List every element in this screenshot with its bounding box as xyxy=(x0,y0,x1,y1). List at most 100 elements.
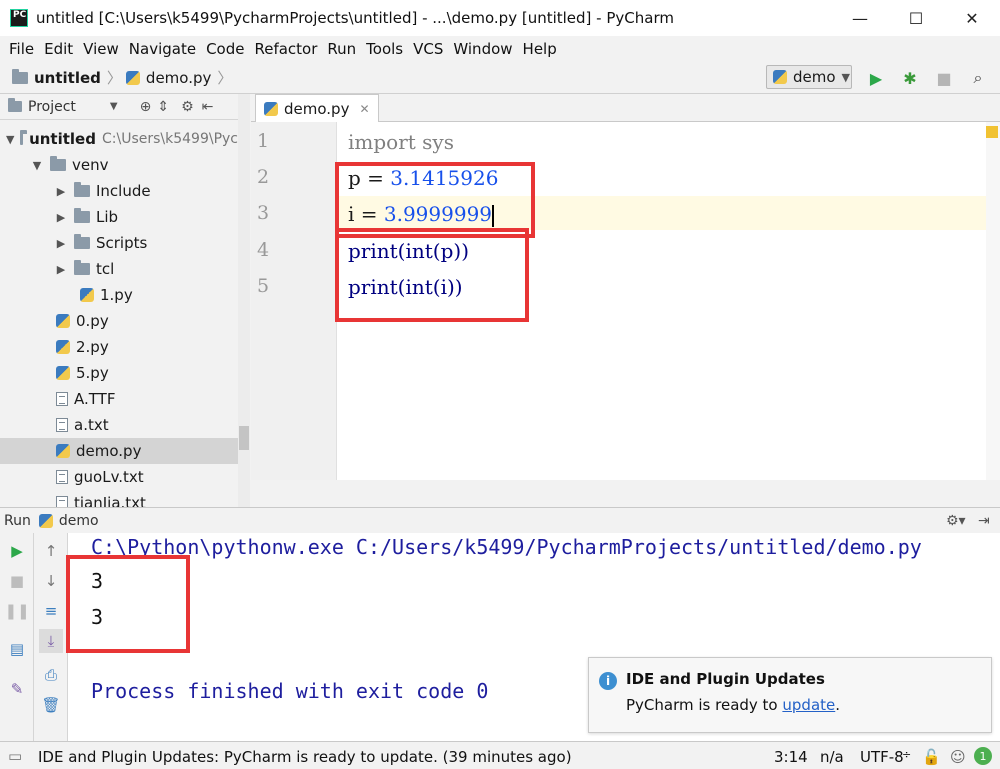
tree-item-include[interactable]: ▶ Include xyxy=(0,178,238,204)
project-panel-header: Project ▼ ⊕ ⇕ ⚙ ⇤ xyxy=(0,94,249,120)
rerun-icon[interactable]: ▶ xyxy=(5,539,29,563)
breadcrumb-file[interactable]: demo.py 〉 xyxy=(125,67,232,88)
project-scrollbar[interactable] xyxy=(238,94,250,507)
tool-windows-icon[interactable]: ▭ xyxy=(8,747,22,765)
chevron-down-icon[interactable]: ▼ xyxy=(110,101,118,112)
tree-item-demo-py[interactable]: demo.py xyxy=(0,438,238,464)
layout-icon[interactable]: ▤ xyxy=(5,637,29,661)
pause-icon[interactable]: ❚❚ xyxy=(4,599,29,623)
arrow-down-icon[interactable]: ↓ xyxy=(39,569,63,593)
target-icon[interactable]: ⊕ xyxy=(140,99,152,115)
pin-icon[interactable]: ✎ xyxy=(5,677,29,701)
breadcrumb-project[interactable]: untitled 〉 xyxy=(12,67,122,88)
tree-item-path: C:\Users\k5499\Pyc xyxy=(101,131,238,147)
update-notification[interactable]: i IDE and Plugin Updates PyCharm is read… xyxy=(588,657,992,733)
lock-icon[interactable]: 🔓 xyxy=(922,748,941,766)
bug-icon[interactable]: ✱ xyxy=(898,66,922,90)
tree-item-0-py[interactable]: 0.py xyxy=(0,308,238,334)
scrollbar-thumb[interactable] xyxy=(239,426,249,450)
tree-item-2-py[interactable]: 2.py xyxy=(0,334,238,360)
chevron-icon[interactable]: ÷ xyxy=(902,748,911,761)
tree-item-guolv-txt[interactable]: guoLv.txt xyxy=(0,464,238,490)
code-editor[interactable]: 1 2 3 4 5 import sys p = 3.1415926 i = 3… xyxy=(251,122,1000,480)
tab-demo-py[interactable]: demo.py ✕ xyxy=(255,94,379,122)
stop-icon[interactable]: ■ xyxy=(5,569,29,593)
warning-marker-icon[interactable] xyxy=(986,126,998,138)
chevron-right-icon[interactable]: ▶ xyxy=(54,211,68,224)
chevron-down-icon[interactable]: ▼ xyxy=(6,133,14,146)
scroll-to-end-icon[interactable]: ⤓ xyxy=(39,629,63,653)
menu-code[interactable]: Code xyxy=(201,40,249,58)
hide-panel-icon[interactable]: ⇥ xyxy=(978,513,990,529)
folder-icon xyxy=(74,260,90,275)
arrow-up-icon[interactable]: ↑ xyxy=(39,539,63,563)
trash-icon[interactable]: 🗑 xyxy=(39,693,63,717)
tree-item-untitled[interactable]: ▼ untitled C:\Users\k5499\Pyc xyxy=(0,126,238,152)
python-file-icon xyxy=(56,314,70,328)
search-icon[interactable]: ⌕ xyxy=(966,66,990,90)
line-separator[interactable]: n/a xyxy=(820,748,844,766)
tree-item-5-py[interactable]: 5.py xyxy=(0,360,238,386)
gear-icon[interactable]: ⚙ xyxy=(181,99,194,115)
menu-file[interactable]: File xyxy=(4,40,39,58)
stop-icon[interactable]: ■ xyxy=(932,66,956,90)
tree-item-tcl[interactable]: ▶ tcl xyxy=(0,256,238,282)
tree-item-a-ttf[interactable]: A.TTF xyxy=(0,386,238,412)
print-icon[interactable]: ⎙ xyxy=(39,663,63,687)
tree-item-label: a.txt xyxy=(74,416,109,434)
caret-position[interactable]: 3:14 xyxy=(774,748,808,766)
tab-label: demo.py xyxy=(284,99,350,118)
tree-item-venv[interactable]: ▼ venv xyxy=(0,152,238,178)
tree-item-label: venv xyxy=(72,156,109,174)
editor-tab-bar: demo.py ✕ xyxy=(251,94,1000,122)
run-panel-label[interactable]: Run xyxy=(4,513,31,529)
folder-icon xyxy=(74,234,90,249)
menu-edit[interactable]: Edit xyxy=(39,40,78,58)
hide-panel-icon[interactable]: ⇤ xyxy=(202,99,214,115)
inspector-icon[interactable]: ☺ xyxy=(950,748,966,766)
run-configuration-select[interactable]: demo ▼ xyxy=(766,65,852,89)
project-panel: Project ▼ ⊕ ⇕ ⚙ ⇤ ▼ untitled C:\Users\k5… xyxy=(0,94,250,512)
tree-item-label: guoLv.txt xyxy=(74,468,144,486)
gear-icon[interactable]: ⚙▾ xyxy=(946,513,966,529)
menu-refactor[interactable]: Refactor xyxy=(249,40,322,58)
tree-item-lib[interactable]: ▶ Lib xyxy=(0,204,238,230)
close-icon[interactable]: ✕ xyxy=(359,102,369,116)
menu-tools[interactable]: Tools xyxy=(361,40,408,58)
run-panel-config[interactable]: demo xyxy=(59,513,99,529)
collapse-icon[interactable]: ⇕ xyxy=(157,99,169,115)
python-file-icon xyxy=(56,366,70,380)
chevron-right-icon[interactable]: ▶ xyxy=(54,185,68,198)
project-panel-title[interactable]: Project xyxy=(28,99,76,115)
file-encoding[interactable]: UTF-8 xyxy=(860,748,904,766)
menu-run[interactable]: Run xyxy=(322,40,361,58)
python-file-icon xyxy=(38,513,53,528)
tree-item-a-txt[interactable]: a.txt xyxy=(0,412,238,438)
chevron-right-icon[interactable]: ▶ xyxy=(54,263,68,276)
editor-scrollbar[interactable] xyxy=(986,122,1000,480)
menu-navigate[interactable]: Navigate xyxy=(124,40,201,58)
tree-item-scripts[interactable]: ▶ Scripts xyxy=(0,230,238,256)
text-file-icon xyxy=(56,418,68,432)
chevron-right-icon[interactable]: ▶ xyxy=(54,237,68,250)
folder-icon xyxy=(20,130,27,145)
tree-item-1-py[interactable]: 1.py xyxy=(0,282,238,308)
project-icon xyxy=(8,98,22,112)
menu-window[interactable]: Window xyxy=(448,40,517,58)
notification-body: PyCharm is ready to update. xyxy=(626,696,840,714)
tree-item-label: demo.py xyxy=(76,442,142,460)
menu-vcs[interactable]: VCS xyxy=(408,40,448,58)
status-message[interactable]: IDE and Plugin Updates: PyCharm is ready… xyxy=(38,748,572,766)
menu-help[interactable]: Help xyxy=(518,40,562,58)
soft-wrap-icon[interactable]: ≡ xyxy=(39,599,63,623)
maximize-button[interactable]: ☐ xyxy=(888,0,944,36)
update-link[interactable]: update xyxy=(782,696,835,714)
menu-view[interactable]: View xyxy=(78,40,124,58)
chevron-down-icon[interactable]: ▼ xyxy=(30,159,44,172)
close-button[interactable]: ✕ xyxy=(944,0,1000,36)
minimize-button[interactable]: — xyxy=(832,0,888,36)
play-icon[interactable]: ▶ xyxy=(864,66,888,90)
chevron-down-icon: ▼ xyxy=(841,70,851,84)
event-log-badge[interactable]: 1 xyxy=(974,747,992,765)
window-title: untitled [C:\Users\k5499\PycharmProjects… xyxy=(36,9,674,27)
